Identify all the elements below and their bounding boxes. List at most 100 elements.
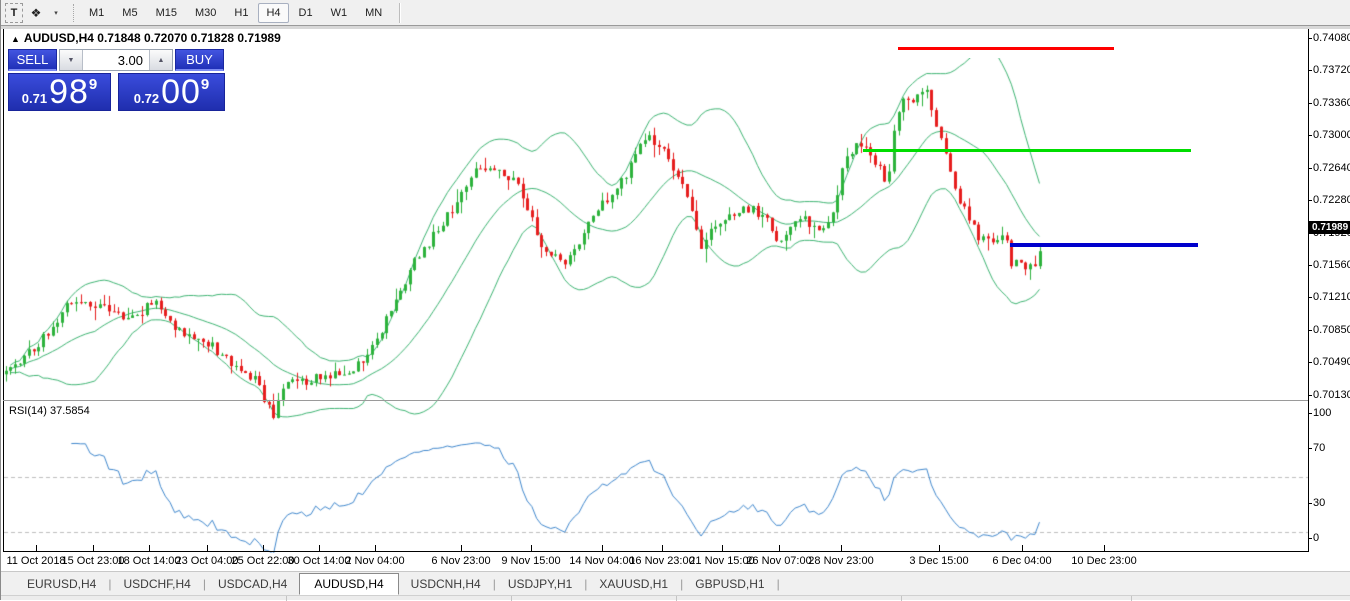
buy-button[interactable]: BUY (175, 49, 224, 71)
time-axis-tick (93, 545, 94, 551)
time-axis-label: 3 Dec 15:00 (909, 555, 968, 567)
chart-tab-xauusd[interactable]: XAUUSD,H1 (587, 574, 680, 594)
time-axis-tick (722, 545, 723, 551)
time-axis-tick (602, 545, 603, 551)
time-axis-tick (662, 545, 663, 551)
toolbar: T ❖ ▾ M1M5M15M30H1H4D1W1MN (1, 0, 1350, 26)
timeframe-button-mn[interactable]: MN (357, 3, 390, 23)
status-bar-divider (1131, 596, 1132, 601)
mt4-chart-window: T ❖ ▾ M1M5M15M30H1H4D1W1MN ▲ AUDUSD,H4 0.… (0, 0, 1350, 600)
time-axis-label: 9 Nov 15:00 (501, 555, 560, 567)
price-axis-label: 0.73720 (1313, 64, 1350, 76)
time-axis-tick (779, 545, 780, 551)
time-axis-tick (1104, 545, 1105, 551)
time-axis-tick (841, 545, 842, 551)
rsi-axis-label: 30 (1313, 497, 1350, 509)
buy-quote-button[interactable]: 0.72 00 9 (118, 73, 225, 111)
price-axis-tick (1308, 362, 1312, 363)
chart-tab-gbpusd[interactable]: GBPUSD,H1 (683, 574, 776, 594)
rsi-axis-label: 0 (1313, 532, 1350, 544)
sell-price-big: 98 (49, 77, 89, 107)
time-axis-label: 10 Dec 23:00 (1071, 555, 1136, 567)
chart-tab-audusd[interactable]: AUDUSD,H4 (299, 573, 398, 595)
price-axis-label: 0.70490 (1313, 356, 1350, 368)
time-axis[interactable]: 11 Oct 201815 Oct 23:0018 Oct 14:0023 Oc… (1, 553, 1350, 571)
rsi-axis-tick (1308, 503, 1312, 504)
time-axis-line (3, 551, 1309, 552)
sell-quote-button[interactable]: 0.71 98 9 (8, 73, 111, 111)
volume-increase-icon[interactable]: ▲ (149, 50, 172, 70)
rsi-axis-tick (1308, 448, 1312, 449)
support-line[interactable] (1010, 243, 1198, 247)
chart-title-text: AUDUSD,H4 0.71848 0.72070 0.71828 0.7198… (24, 31, 281, 45)
timeframe-button-d1[interactable]: D1 (291, 3, 321, 23)
text-label-tool-icon[interactable]: T (5, 3, 23, 23)
chart-tab-usdcnh[interactable]: USDCNH,H4 (399, 574, 493, 594)
timeframe-button-w1[interactable]: W1 (323, 3, 356, 23)
time-axis-tick (1022, 545, 1023, 551)
time-axis-label: 23 Oct 04:00 (176, 555, 239, 567)
chart-tab-usdjpy[interactable]: USDJPY,H1 (496, 574, 584, 594)
timeframe-button-m15[interactable]: M15 (148, 3, 185, 23)
price-axis-line (1308, 29, 1309, 552)
chart-tab-usdchf[interactable]: USDCHF,H4 (111, 574, 202, 594)
arrows-tool-dropdown-icon[interactable]: ▾ (47, 3, 65, 23)
buy-price-pip: 9 (201, 76, 209, 93)
buy-price-big: 00 (161, 77, 201, 107)
time-axis-label: 15 Oct 23:00 (62, 555, 125, 567)
mid-level-line[interactable] (863, 149, 1191, 152)
candlestick-chart-canvas[interactable] (4, 58, 1308, 581)
price-axis-label: 0.72640 (1313, 162, 1350, 174)
toolbar-separator (399, 3, 401, 23)
price-axis-tick (1308, 168, 1312, 169)
rsi-axis-label: 70 (1313, 442, 1350, 454)
time-axis-label: 2 Nov 04:00 (345, 555, 404, 567)
price-axis-label: 0.72280 (1313, 194, 1350, 206)
time-axis-label: 16 Nov 23:00 (629, 555, 694, 567)
time-axis-label: 30 Oct 14:00 (288, 555, 351, 567)
status-bar-divider (901, 596, 902, 601)
time-axis-label: 28 Nov 23:00 (808, 555, 873, 567)
price-axis-tick (1308, 330, 1312, 331)
time-axis-tick (207, 545, 208, 551)
timeframe-button-m5[interactable]: M5 (114, 3, 145, 23)
time-axis-label: 18 Oct 14:00 (118, 555, 181, 567)
time-axis-label: 26 Nov 07:00 (746, 555, 811, 567)
status-bar-divider (511, 596, 512, 601)
chart-tab-bar: EURUSD,H4|USDCHF,H4|USDCAD,H4AUDUSD,H4US… (1, 571, 1350, 595)
timeframe-button-m1[interactable]: M1 (81, 3, 112, 23)
price-axis-tick (1308, 103, 1312, 104)
volume-stepper: ▼ 3.00 ▲ (59, 49, 173, 71)
timeframe-button-h4[interactable]: H4 (258, 3, 288, 23)
tab-separator: | (777, 577, 780, 591)
resistance-line[interactable] (898, 47, 1114, 50)
price-axis-label: 0.70130 (1313, 389, 1350, 401)
chart-left-border (3, 29, 4, 552)
toolbar-separator (73, 4, 74, 22)
chart-tab-eurusd[interactable]: EURUSD,H4 (15, 574, 108, 594)
one-click-trading-panel: SELL ▼ 3.00 ▲ BUY 0.71 98 9 0.72 00 9 (8, 49, 227, 111)
status-bar-divider (286, 596, 287, 601)
arrows-tool-icon[interactable]: ❖ (27, 3, 45, 23)
price-axis-label: 0.73000 (1313, 129, 1350, 141)
time-axis-tick (375, 545, 376, 551)
timeframe-button-m30[interactable]: M30 (187, 3, 224, 23)
sell-button[interactable]: SELL (8, 49, 57, 71)
price-axis-label: 0.73360 (1313, 97, 1350, 109)
time-axis-tick (263, 545, 264, 551)
rsi-axis-label: 100 (1313, 407, 1350, 419)
indicator-pane-separator[interactable] (3, 400, 1308, 401)
price-axis-tick (1308, 70, 1312, 71)
time-axis-label: 14 Nov 04:00 (569, 555, 634, 567)
rsi-axis-tick (1308, 413, 1312, 414)
rsi-indicator-label: RSI(14) 37.5854 (9, 405, 90, 417)
status-bar-divider (676, 596, 677, 601)
current-price-tag: 0.71989 (1309, 221, 1350, 234)
ohlc-marker-icon: ▲ (11, 34, 20, 44)
chart-tab-usdcad[interactable]: USDCAD,H4 (206, 574, 299, 594)
price-axis-tick (1308, 265, 1312, 266)
volume-decrease-icon[interactable]: ▼ (60, 50, 83, 70)
timeframe-button-h1[interactable]: H1 (226, 3, 256, 23)
status-bar (1, 595, 1350, 600)
volume-input[interactable]: 3.00 (83, 50, 149, 70)
